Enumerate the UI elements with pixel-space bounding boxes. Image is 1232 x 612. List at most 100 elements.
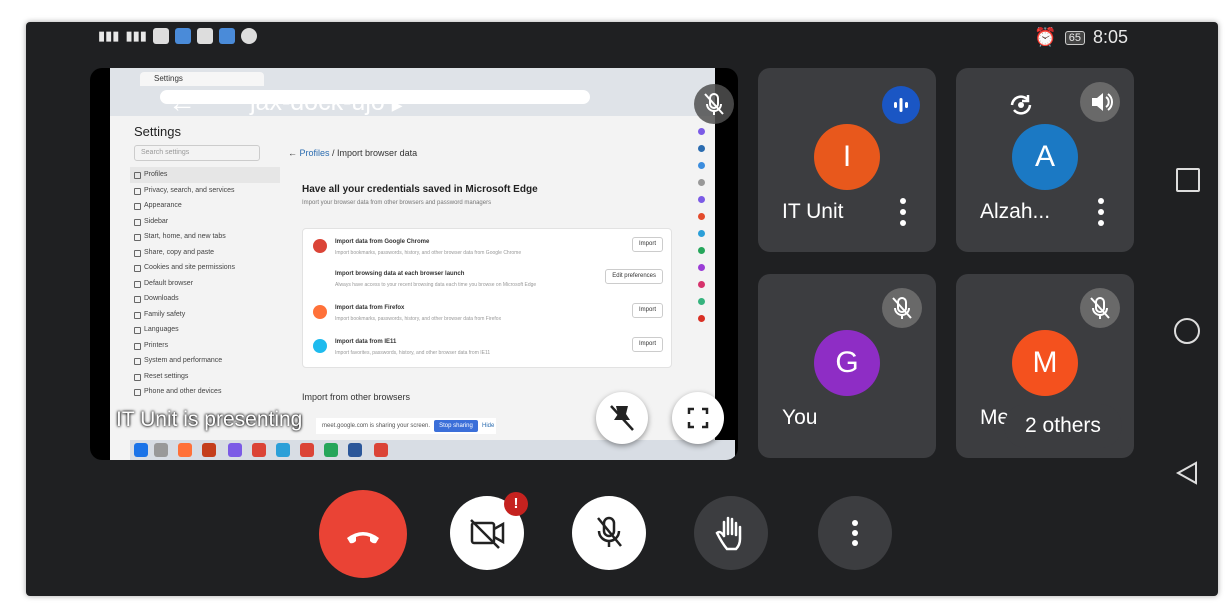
chrome-icon [313, 239, 327, 253]
mic-toggle-button[interactable] [572, 496, 646, 570]
other-browsers-heading: Import from other browsers [302, 392, 411, 402]
raise-hand-button[interactable] [694, 496, 768, 570]
browser-tab: Settings [140, 72, 264, 86]
settings-item: Reset settings [130, 369, 280, 385]
status-bar: ▮▮▮ ▮▮▮ ⏰ 65 8:05 [26, 22, 1218, 54]
signal-icon: ▮▮▮ [98, 28, 120, 43]
camera-alert-icon: ! [504, 492, 528, 516]
avatar: M [1012, 330, 1078, 396]
row-subtitle: Import bookmarks, passwords, history, an… [335, 316, 502, 322]
settings-item: Start, home, and new tabs [130, 229, 280, 245]
avatar: G [814, 330, 880, 396]
settings-item: Languages [130, 322, 280, 338]
settings-item: Share, copy and paste [130, 245, 280, 261]
import-row: Import data from Google Chrome Import bo… [303, 233, 671, 263]
alarm-icon: ⏰ [1034, 27, 1057, 47]
settings-item: Cookies and site permissions [130, 260, 280, 276]
presenting-label: IT Unit is presenting [116, 408, 303, 431]
meeting-title[interactable]: jax-dock-ujo ▶ [250, 88, 403, 117]
messenger-icon [240, 28, 257, 44]
hide-label: Hide [482, 423, 495, 429]
row-button: Import [631, 303, 663, 318]
cast-icon [152, 28, 169, 44]
row-button: Edit preferences [605, 269, 663, 284]
settings-item: Appearance [130, 198, 280, 214]
back-arrow-icon[interactable]: ← [168, 87, 196, 119]
avatar: I [814, 124, 880, 190]
unpin-button[interactable] [596, 392, 648, 444]
mic-off-icon [694, 84, 734, 124]
avatar: A [1012, 124, 1078, 190]
settings-item: Printers [130, 338, 280, 354]
row-subtitle: Always have access to your recent browsi… [335, 282, 537, 288]
fullscreen-button[interactable] [672, 392, 724, 444]
gallery-icon [196, 28, 213, 44]
participant-tile[interactable]: G You [758, 274, 936, 458]
row-button: Import [631, 237, 663, 252]
row-title: Import browsing data at each browser lau… [335, 271, 465, 277]
presentation-tile[interactable]: Settings Settings Search settings Profil… [90, 68, 738, 460]
firefox-icon [313, 305, 327, 319]
row-button: Import [631, 337, 663, 352]
home-icon[interactable] [1174, 318, 1200, 344]
participant-tile[interactable]: A Alzah... [956, 68, 1134, 252]
settings-item: Default browser [130, 276, 280, 292]
settings-item: Privacy, search, and services [130, 183, 280, 199]
import-card: Import data from Google Chrome Import bo… [302, 228, 672, 368]
status-icons-right: ⏰ 65 8:05 [1034, 27, 1128, 48]
meeting-code: jax-dock-ujo [250, 88, 385, 116]
import-row: Import data from IE11 Import favorites, … [303, 333, 671, 363]
sharing-notice: meet.google.com is sharing your screen. … [316, 418, 496, 434]
more-options-button[interactable] [818, 496, 892, 570]
row-subtitle: Import favorites, passwords, history, an… [335, 350, 491, 356]
participant-name: Alzah... [980, 200, 1051, 223]
settings-search: Search settings [134, 145, 260, 161]
battery-icon: 65 [1064, 30, 1085, 45]
bulb-app-icon [174, 28, 191, 44]
settings-item: Sidebar [130, 214, 280, 230]
settings-item: Family safety [130, 307, 280, 323]
settings-title: Settings [134, 124, 181, 139]
speaking-indicator-icon [882, 86, 920, 124]
mic-off-icon [1080, 288, 1120, 328]
mic-off-icon [882, 288, 922, 328]
app-icon [218, 28, 235, 44]
import-row: Import browsing data at each browser lau… [303, 265, 671, 295]
participant-name: You [782, 406, 818, 429]
signal-2-icon: ▮▮▮ [125, 28, 147, 43]
sharing-notice-text: meet.google.com is sharing your screen. [322, 423, 431, 429]
back-icon[interactable] [1174, 460, 1200, 486]
more-options-icon[interactable] [1098, 198, 1104, 228]
ie-icon [313, 339, 327, 353]
participant-tile[interactable]: I IT Unit [758, 68, 936, 252]
import-heading: Have all your credentials saved in Micro… [302, 184, 538, 195]
import-subheading: Import your browser data from other brow… [302, 200, 492, 206]
row-title: Import data from IE11 [335, 339, 397, 345]
breadcrumb-current: / Import browser data [332, 148, 418, 158]
others-chip[interactable]: 2 others [1004, 404, 1122, 448]
row-title: Import data from Firefox [335, 305, 405, 311]
participant-tile[interactable]: M Me 2 others [956, 274, 1134, 458]
settings-item: System and performance [130, 353, 280, 369]
caret-right-icon: ▶ [391, 97, 403, 113]
settings-item: Downloads [130, 291, 280, 307]
browser-chrome: Settings [110, 68, 715, 116]
row-title: Import data from Google Chrome [335, 239, 430, 245]
participant-name: IT Unit [782, 200, 844, 223]
row-subtitle: Import bookmarks, passwords, history, an… [335, 250, 522, 256]
import-row: Import data from Firefox Import bookmark… [303, 299, 671, 329]
settings-item: Phone and other devices [130, 384, 280, 400]
recents-icon[interactable] [1176, 168, 1200, 192]
speaker-icon[interactable] [1080, 82, 1120, 122]
breadcrumb-link: Profiles [299, 148, 330, 158]
end-call-button[interactable] [319, 490, 407, 578]
android-nav-bar [1158, 54, 1218, 596]
stop-sharing-label: Stop sharing [434, 420, 478, 432]
settings-sidebar: Settings Search settings Profiles Privac… [130, 124, 280, 424]
clock: 8:05 [1092, 27, 1128, 47]
phone-screen: ▮▮▮ ▮▮▮ ⏰ 65 8:05 Settings Settings Sear… [26, 22, 1218, 596]
breadcrumb: ← Profiles / Import browser data [288, 148, 418, 158]
more-options-icon[interactable] [900, 198, 906, 228]
status-icons-left: ▮▮▮ ▮▮▮ [98, 28, 257, 44]
switch-camera-icon[interactable] [1002, 86, 1040, 124]
